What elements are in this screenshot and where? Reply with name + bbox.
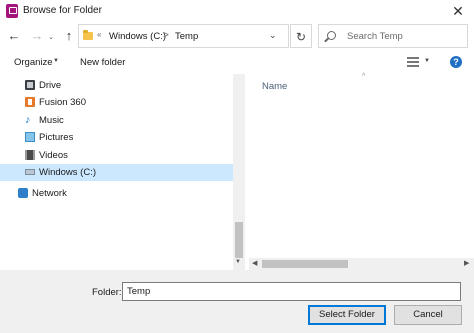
- network-icon: [18, 188, 28, 198]
- refresh-button[interactable]: ↻: [290, 24, 312, 48]
- search-box[interactable]: [318, 24, 468, 48]
- organize-button[interactable]: Organize: [14, 57, 53, 68]
- select-folder-button[interactable]: Select Folder: [308, 305, 386, 325]
- nav-item-fusion-360[interactable]: Fusion 360: [0, 94, 233, 111]
- up-button[interactable]: ↑: [59, 26, 79, 46]
- nav-item-label: Music: [39, 115, 64, 126]
- change-view-icon[interactable]: [407, 57, 419, 67]
- help-icon[interactable]: ?: [450, 56, 462, 68]
- sort-ascending-icon: ^: [362, 73, 366, 80]
- address-overflow-button[interactable]: «: [97, 30, 101, 39]
- nav-pane-scroll-thumb[interactable]: [235, 222, 243, 258]
- nav-item-label: Videos: [39, 150, 68, 161]
- nav-item-label: Windows (C:): [39, 167, 97, 178]
- organize-caret-icon[interactable]: ▼: [53, 58, 59, 64]
- search-input[interactable]: [347, 29, 462, 44]
- view-options-caret-icon[interactable]: ▼: [424, 58, 430, 64]
- drive-icon: [25, 80, 35, 90]
- videos-icon: [25, 150, 35, 160]
- address-bar[interactable]: « Windows (C:) > Temp ⌄: [78, 24, 289, 48]
- folder-name-input[interactable]: [122, 282, 461, 301]
- folder-icon: [83, 30, 93, 40]
- search-icon: [327, 31, 336, 40]
- new-folder-button[interactable]: New folder: [80, 57, 125, 68]
- scroll-right-arrow-icon[interactable]: ▶: [464, 259, 469, 267]
- close-button[interactable]: ✕: [446, 2, 470, 20]
- folder-label: Folder:: [92, 287, 122, 298]
- breadcrumb-temp[interactable]: Temp: [175, 31, 198, 42]
- toolbar: Organize ▼ New folder ▼: [0, 52, 474, 74]
- nav-item-videos[interactable]: Videos: [0, 147, 233, 164]
- windows-drive-icon: [25, 169, 35, 175]
- fusion-360-icon: [25, 97, 35, 107]
- nav-item-pictures[interactable]: Pictures: [0, 129, 233, 146]
- column-header-name[interactable]: Name: [262, 81, 287, 92]
- address-dropdown-button[interactable]: ⌄: [269, 30, 277, 41]
- scroll-left-arrow-icon[interactable]: ◀: [252, 259, 257, 267]
- back-button[interactable]: ←: [4, 26, 24, 46]
- nav-item-label: Pictures: [39, 132, 74, 143]
- nav-item-label: Drive: [39, 80, 62, 91]
- nav-item-windows-c[interactable]: Windows (C:): [0, 164, 233, 181]
- file-list-area[interactable]: [249, 74, 474, 258]
- cancel-button[interactable]: Cancel: [394, 305, 462, 325]
- forward-button[interactable]: →: [27, 26, 47, 46]
- app-icon: [6, 4, 18, 18]
- nav-item-drive[interactable]: Drive: [0, 77, 233, 94]
- navigation-pane: Drive Fusion 360 ♪ Music Pictures Videos…: [0, 74, 245, 270]
- pictures-icon: [25, 132, 35, 142]
- window-title: Browse for Folder: [23, 5, 102, 16]
- nav-item-label: Fusion 360: [39, 97, 87, 108]
- scroll-down-arrow-icon[interactable]: ▼: [235, 259, 241, 265]
- music-icon: ♪: [25, 114, 31, 126]
- nav-item-label: Network: [32, 188, 67, 199]
- breadcrumb-separator[interactable]: >: [163, 30, 169, 41]
- nav-item-network[interactable]: Network: [0, 185, 233, 202]
- breadcrumb-windows-c[interactable]: Windows (C:): [109, 31, 166, 42]
- nav-item-music[interactable]: ♪ Music: [0, 112, 233, 129]
- recent-locations-button[interactable]: ⌄: [46, 28, 56, 48]
- horizontal-scroll-thumb[interactable]: [262, 260, 348, 268]
